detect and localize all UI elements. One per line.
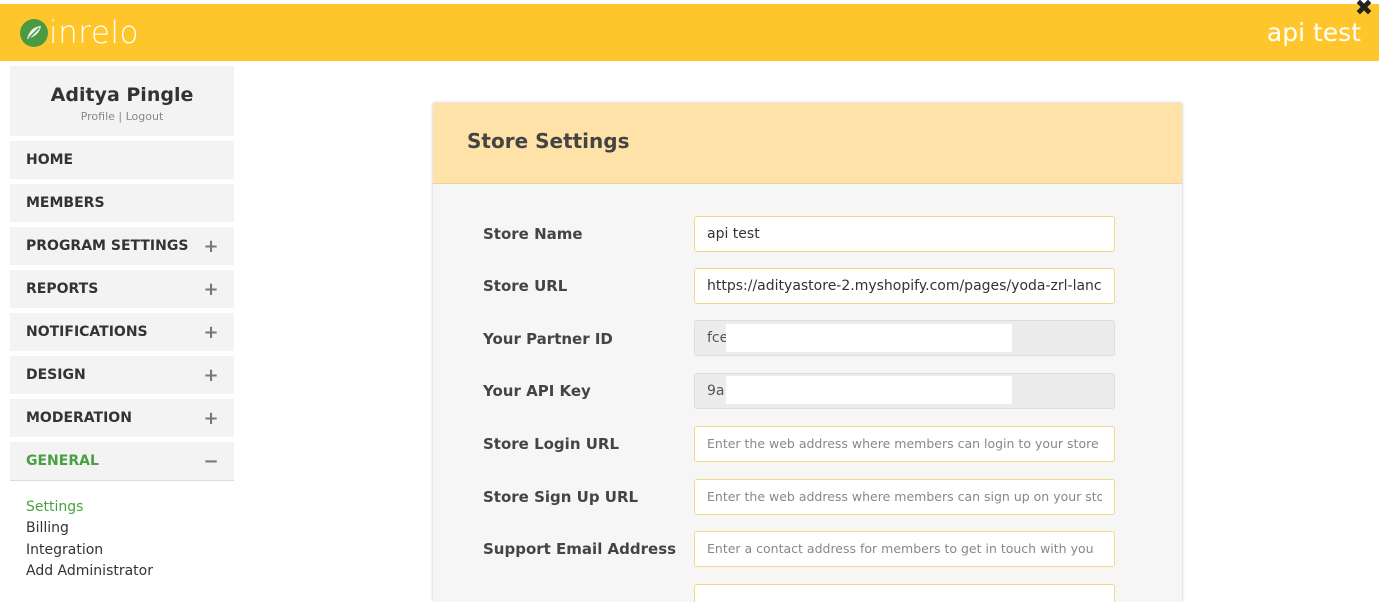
sidebar-item-general[interactable]: GENERAL − xyxy=(10,442,234,480)
redaction-mask xyxy=(726,376,1012,404)
top-header-bar: inrelo api test xyxy=(0,4,1379,61)
sidebar-item-label: MEMBERS xyxy=(26,195,105,211)
sidebar-item-program-settings[interactable]: PROGRAM SETTINGS + xyxy=(10,227,234,265)
sidebar-item-reports[interactable]: REPORTS + xyxy=(10,270,234,308)
sidebar-item-design[interactable]: DESIGN + xyxy=(10,356,234,394)
sidebar-item-members[interactable]: MEMBERS xyxy=(10,184,234,222)
profile-link[interactable]: Profile xyxy=(81,110,115,123)
sidebar-item-label: REPORTS xyxy=(26,281,99,297)
expand-icon[interactable]: + xyxy=(200,279,222,300)
link-separator: | xyxy=(118,110,123,123)
expand-icon[interactable]: + xyxy=(200,365,222,386)
panel-title: Store Settings xyxy=(467,129,630,153)
collapse-icon[interactable]: − xyxy=(200,451,222,472)
submenu-integration[interactable]: Integration xyxy=(26,542,103,558)
sidebar-item-moderation[interactable]: MODERATION + xyxy=(10,399,234,437)
store-settings-panel: Store Settings Store Name Store URL Your… xyxy=(433,103,1182,602)
logout-link[interactable]: Logout xyxy=(126,110,164,123)
api-key-label: Your API Key xyxy=(483,382,591,400)
store-signup-url-label: Store Sign Up URL xyxy=(483,488,639,506)
partner-id-label: Your Partner ID xyxy=(483,330,613,348)
support-email-label: Support Email Address xyxy=(483,540,677,558)
user-box: Aditya Pingle Profile | Logout xyxy=(10,66,234,136)
store-signup-url-input[interactable] xyxy=(694,479,1115,515)
sidebar-item-notifications[interactable]: NOTIFICATIONS + xyxy=(10,313,234,351)
submenu-settings[interactable]: Settings xyxy=(26,499,83,515)
sidebar-item-label: NOTIFICATIONS xyxy=(26,324,148,340)
close-icon[interactable]: ✖ xyxy=(1353,0,1375,20)
next-field-input[interactable] xyxy=(694,584,1115,602)
store-name-input[interactable] xyxy=(694,216,1115,252)
sidebar-item-label: HOME xyxy=(26,152,74,168)
sidebar-item-label: DESIGN xyxy=(26,367,86,383)
sidebar-item-home[interactable]: HOME xyxy=(10,141,234,179)
store-login-url-input[interactable] xyxy=(694,426,1115,462)
submenu-billing[interactable]: Billing xyxy=(26,520,69,536)
redaction-mask xyxy=(726,324,1012,352)
sidebar-item-label: GENERAL xyxy=(26,453,99,469)
general-submenu: Settings Billing Integration Add Adminis… xyxy=(10,480,234,587)
user-name: Aditya Pingle xyxy=(50,84,194,106)
expand-icon[interactable]: + xyxy=(200,236,222,257)
sidebar-item-label: MODERATION xyxy=(26,410,132,426)
sidebar-item-label: PROGRAM SETTINGS xyxy=(26,238,189,254)
store-title: api test xyxy=(1266,18,1361,47)
support-email-input[interactable] xyxy=(694,531,1115,567)
store-url-label: Store URL xyxy=(483,277,568,295)
expand-icon[interactable]: + xyxy=(200,408,222,429)
panel-header: Store Settings xyxy=(433,103,1182,184)
store-name-label: Store Name xyxy=(483,225,583,243)
expand-icon[interactable]: + xyxy=(200,322,222,343)
logo-text: inrelo xyxy=(49,15,139,51)
submenu-add-administrator[interactable]: Add Administrator xyxy=(26,563,153,579)
user-links: Profile | Logout xyxy=(10,110,234,123)
logo-leaf-icon xyxy=(20,19,48,47)
store-url-input[interactable] xyxy=(694,268,1115,304)
zinrelo-logo[interactable]: inrelo xyxy=(20,16,139,50)
store-login-url-label: Store Login URL xyxy=(483,435,620,453)
